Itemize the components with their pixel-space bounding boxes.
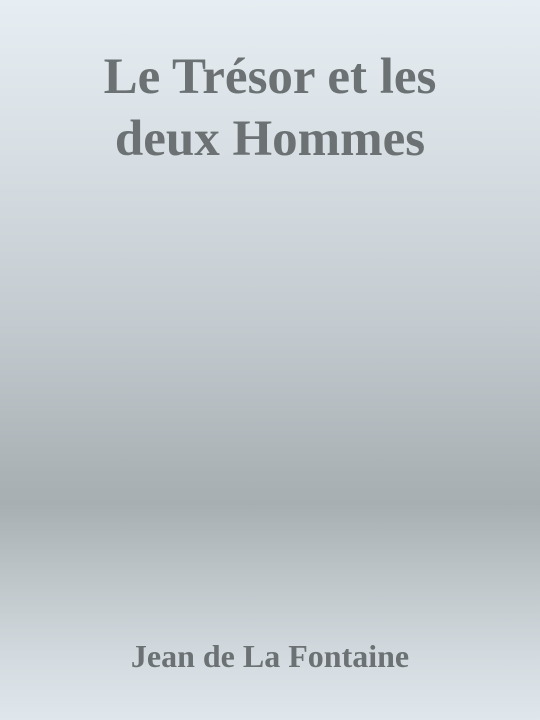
book-title: Le Trésor et les deux Hommes xyxy=(20,46,520,170)
book-author: Jean de La Fontaine xyxy=(130,638,410,674)
book-cover: Le Trésor et les deux Hommes Jean de La … xyxy=(0,0,540,720)
book-title-line-1: Le Trésor et les xyxy=(103,49,437,105)
book-title-line-2: deux Hommes xyxy=(114,111,426,167)
